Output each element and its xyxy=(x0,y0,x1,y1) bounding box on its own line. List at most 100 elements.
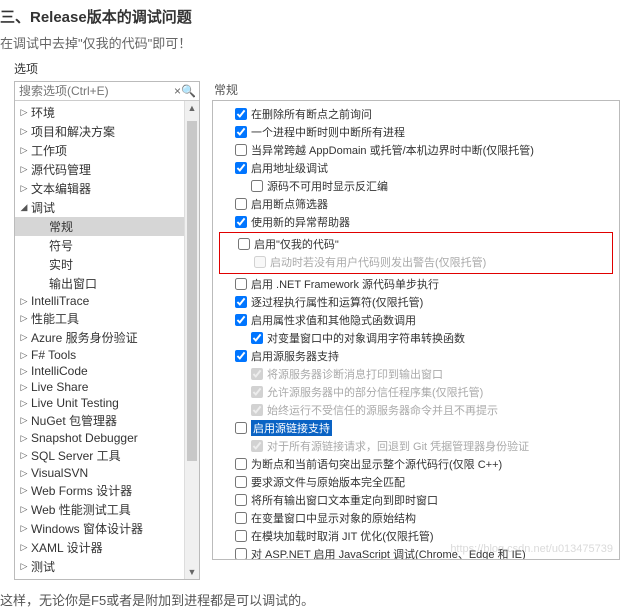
option-checkbox[interactable] xyxy=(235,162,247,174)
option-checkbox[interactable] xyxy=(251,180,263,192)
tree-item[interactable]: ▷Windows 窗体设计器 xyxy=(15,519,184,538)
scroll-up-icon[interactable]: ▲ xyxy=(185,103,199,113)
scroll-thumb[interactable] xyxy=(187,121,197,461)
tree-label: Live Share xyxy=(29,380,88,394)
tree-item[interactable]: 实时 xyxy=(15,255,184,274)
option-checkbox[interactable] xyxy=(235,458,247,470)
search-input[interactable] xyxy=(19,84,174,98)
option-checkbox[interactable] xyxy=(235,494,247,506)
option-checkbox[interactable] xyxy=(235,512,247,524)
tree-item[interactable]: ▷跨平台 xyxy=(15,576,184,579)
option-label: 为断点和当前语句突出显示整个源代码行(仅限 C++) xyxy=(251,456,502,472)
option-checkbox[interactable] xyxy=(235,530,247,542)
option-checkbox[interactable] xyxy=(251,332,263,344)
option-label: 允许源服务器中的部分信任程序集(仅限托管) xyxy=(267,384,483,400)
option-row: 允许源服务器中的部分信任程序集(仅限托管) xyxy=(219,383,613,401)
tree-item[interactable]: ▷SQL Server 工具 xyxy=(15,446,184,465)
tree-item[interactable]: ▷NuGet 包管理器 xyxy=(15,411,184,430)
tree-label: 调试 xyxy=(29,199,55,216)
option-checkbox[interactable] xyxy=(235,278,247,290)
watermark: https://blog.csdn.net/u013475739 xyxy=(450,543,613,555)
option-label: 在变量窗口中显示对象的原始结构 xyxy=(251,510,416,526)
footer-text: 这样，无论你是F5或者是附加到进程都是可以调试的。 xyxy=(0,580,620,615)
options-label: 选项 xyxy=(0,60,620,81)
option-label: 源码不可用时显示反汇编 xyxy=(267,178,388,194)
category-tree[interactable]: ▷环境▷项目和解决方案▷工作项▷源代码管理▷文本编辑器◢调试常规符号实时输出窗口… xyxy=(15,101,184,579)
option-checkbox[interactable] xyxy=(235,198,247,210)
option-row[interactable]: 当异常跨越 AppDomain 或托管/本机边界时中断(仅限托管) xyxy=(219,141,613,159)
option-label: 对于所有源链接请求，回退到 Git 凭据管理器身份验证 xyxy=(267,438,529,454)
options-list: 在删除所有断点之前询问一个进程中断时则中断所有进程当异常跨越 AppDomain… xyxy=(212,100,620,560)
options-dialog: × 🔍 ▷环境▷项目和解决方案▷工作项▷源代码管理▷文本编辑器◢调试常规符号实时… xyxy=(14,81,620,580)
tree-item[interactable]: ▷VisualSVN xyxy=(15,465,184,481)
option-row[interactable]: 对变量窗口中的对象调用字符串转换函数 xyxy=(219,329,613,347)
tree-item[interactable]: ▷项目和解决方案 xyxy=(15,122,184,141)
tree-label: 输出窗口 xyxy=(47,275,97,292)
tree-item[interactable]: 输出窗口 xyxy=(15,274,184,293)
option-label: 启用"仅我的代码" xyxy=(254,236,339,252)
option-checkbox[interactable] xyxy=(235,126,247,138)
option-row[interactable]: 使用新的异常帮助器 xyxy=(219,213,613,231)
option-row[interactable]: 启用源服务器支持 xyxy=(219,347,613,365)
tree-item[interactable]: ▷IntelliCode xyxy=(15,363,184,379)
option-checkbox[interactable] xyxy=(238,238,250,250)
tree-item[interactable]: ▷Snapshot Debugger xyxy=(15,430,184,446)
option-checkbox[interactable] xyxy=(235,476,247,488)
tree-item[interactable]: 符号 xyxy=(15,236,184,255)
option-row[interactable]: 在删除所有断点之前询问 xyxy=(219,105,613,123)
option-row[interactable]: 启用断点筛选器 xyxy=(219,195,613,213)
tree-item[interactable]: ▷Web Forms 设计器 xyxy=(15,481,184,500)
option-row[interactable]: 启用属性求值和其他隐式函数调用 xyxy=(219,311,613,329)
option-checkbox[interactable] xyxy=(235,422,247,434)
page-heading: 三、Release版本的调试问题 xyxy=(0,0,620,31)
tree-item[interactable]: ▷环境 xyxy=(15,103,184,122)
option-label: 始终运行不受信任的源服务器命令并且不再提示 xyxy=(267,402,498,418)
page-subtext: 在调试中去掉"仅我的代码"即可！ xyxy=(0,31,620,60)
tree-scrollbar[interactable]: ▲ ▼ xyxy=(184,101,199,579)
option-row[interactable]: 启用"仅我的代码" xyxy=(222,235,610,253)
tree-item[interactable]: ◢调试 xyxy=(15,198,184,217)
search-box[interactable]: × 🔍 xyxy=(15,82,199,101)
option-checkbox[interactable] xyxy=(235,350,247,362)
clear-icon[interactable]: × xyxy=(174,84,181,98)
option-checkbox[interactable] xyxy=(235,216,247,228)
option-row: 始终运行不受信任的源服务器命令并且不再提示 xyxy=(219,401,613,419)
option-row[interactable]: 源码不可用时显示反汇编 xyxy=(219,177,613,195)
tree-item[interactable]: ▷文本编辑器 xyxy=(15,179,184,198)
tree-item[interactable]: ▷性能工具 xyxy=(15,309,184,328)
tree-label: IntelliTrace xyxy=(29,294,89,308)
tree-item[interactable]: ▷测试 xyxy=(15,557,184,576)
option-checkbox[interactable] xyxy=(235,314,247,326)
option-checkbox[interactable] xyxy=(235,548,247,560)
option-row[interactable]: 逐过程执行属性和运算符(仅限托管) xyxy=(219,293,613,311)
tree-label: 常规 xyxy=(47,218,73,235)
option-row[interactable]: 一个进程中断时则中断所有进程 xyxy=(219,123,613,141)
option-row[interactable]: 将所有输出窗口文本重定向到即时窗口 xyxy=(219,491,613,509)
option-checkbox[interactable] xyxy=(235,108,247,120)
tree-item[interactable]: ▷Live Unit Testing xyxy=(15,395,184,411)
tree-item[interactable]: ▷工作项 xyxy=(15,141,184,160)
tree-item[interactable]: ▷XAML 设计器 xyxy=(15,538,184,557)
tree-item[interactable]: ▷IntelliTrace xyxy=(15,293,184,309)
caret-icon: ▷ xyxy=(19,415,29,426)
tree-item[interactable]: 常规 xyxy=(15,217,184,236)
option-row[interactable]: 为断点和当前语句突出显示整个源代码行(仅限 C++) xyxy=(219,455,613,473)
caret-icon: ▷ xyxy=(19,313,29,324)
option-row[interactable]: 启用源链接支持 xyxy=(219,419,613,437)
tree-label: 文本编辑器 xyxy=(29,180,91,197)
option-row[interactable]: 在变量窗口中显示对象的原始结构 xyxy=(219,509,613,527)
option-checkbox[interactable] xyxy=(235,144,247,156)
option-row[interactable]: 启用 .NET Framework 源代码单步执行 xyxy=(219,275,613,293)
tree-item[interactable]: ▷Live Share xyxy=(15,379,184,395)
search-icon[interactable]: 🔍 xyxy=(181,84,195,98)
option-row[interactable]: 启用地址级调试 xyxy=(219,159,613,177)
scroll-down-icon[interactable]: ▼ xyxy=(185,567,199,577)
tree-item[interactable]: ▷Azure 服务身份验证 xyxy=(15,328,184,347)
caret-icon: ▷ xyxy=(19,433,29,444)
tree-label: 项目和解决方案 xyxy=(29,123,115,140)
tree-item[interactable]: ▷F# Tools xyxy=(15,347,184,363)
tree-item[interactable]: ▷源代码管理 xyxy=(15,160,184,179)
tree-item[interactable]: ▷Web 性能测试工具 xyxy=(15,500,184,519)
option-row[interactable]: 要求源文件与原始版本完全匹配 xyxy=(219,473,613,491)
option-checkbox[interactable] xyxy=(235,296,247,308)
